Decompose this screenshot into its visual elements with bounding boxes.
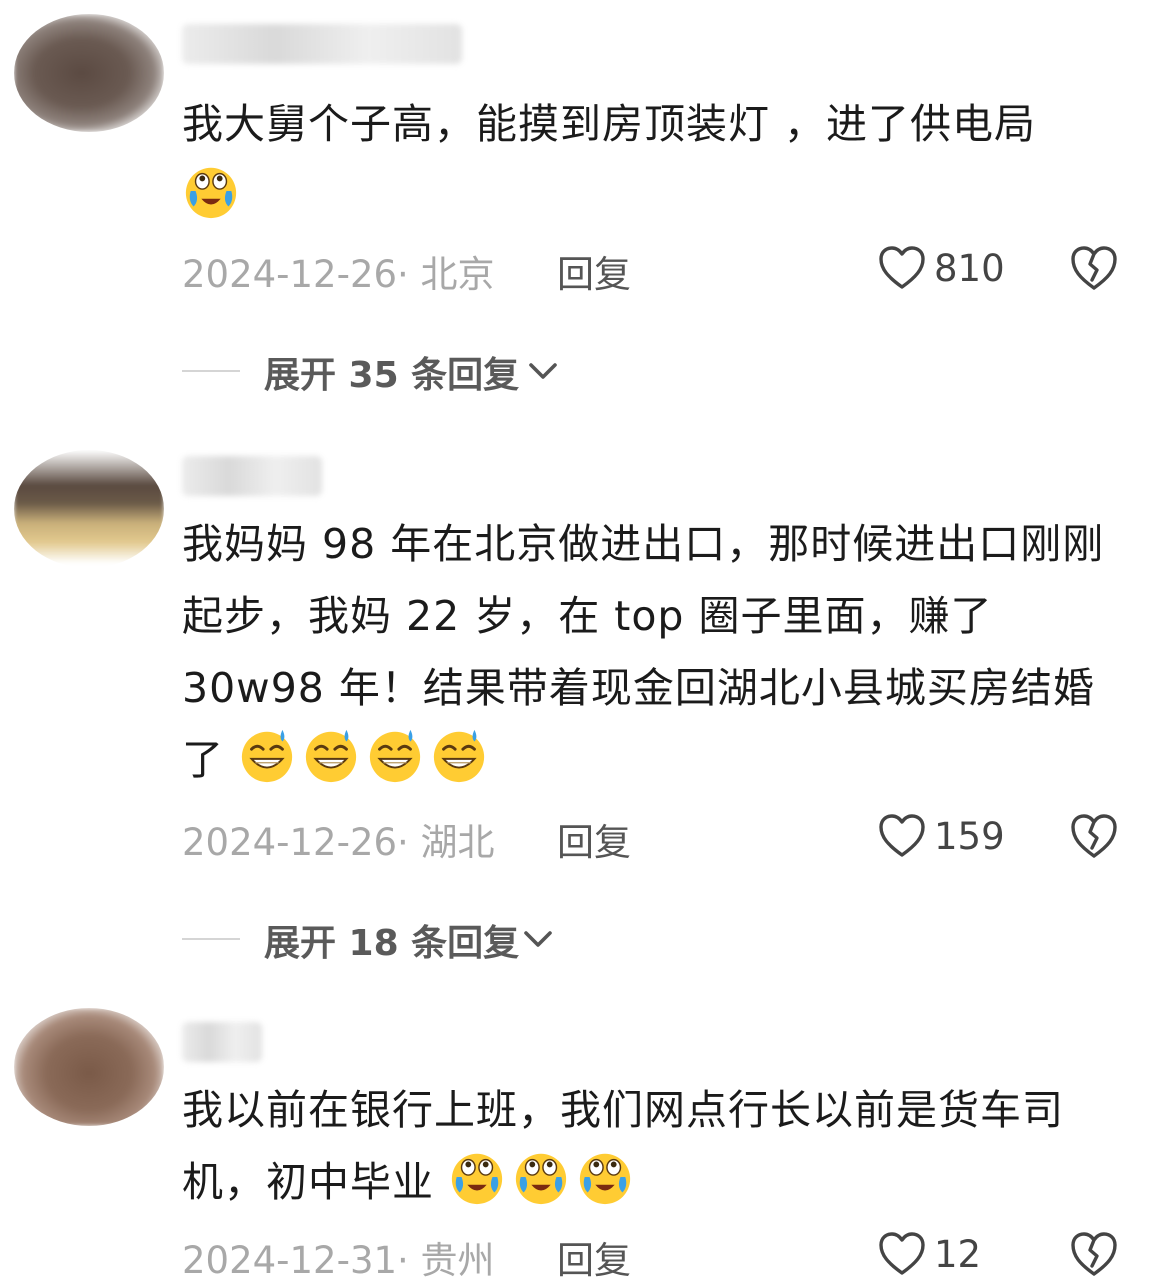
sweat-grin-emoji xyxy=(302,726,360,784)
expand-replies-label: 展开 35 条回复 xyxy=(264,355,520,396)
cry-laugh-emoji xyxy=(448,1148,506,1206)
reply-button[interactable]: 回复 xyxy=(557,812,631,866)
username-blurred[interactable] xyxy=(182,456,322,496)
broken-heart-icon[interactable] xyxy=(1070,812,1118,860)
divider-line xyxy=(182,938,240,940)
reply-button[interactable]: 回复 xyxy=(557,244,631,298)
comment-meta: 2024-12-26· 北京 回复 810 xyxy=(182,238,1132,298)
date-location: 2024-12-26· 湖北 xyxy=(182,821,495,864)
sweat-grin-emoji xyxy=(238,726,296,784)
comment-item: 我大舅个子高，能摸到房顶装灯 ，进了供电局 2024-12-26· 北京 回复 … xyxy=(0,0,1170,420)
comment-text: 我妈妈 98 年在北京做进出口，那时候进出口刚刚起步，我妈 22 岁，在 top… xyxy=(182,520,1105,784)
expand-replies-label: 展开 18 条回复 xyxy=(264,923,520,964)
chevron-down-icon xyxy=(522,928,554,952)
like-count: 810 xyxy=(934,246,1005,290)
cry-laugh-emoji xyxy=(576,1148,634,1206)
comment-meta: 2024-12-31· 贵州 回复 12 xyxy=(182,1224,1132,1284)
comment-item: 我以前在银行上班，我们网点行长以前是货车司机，初中毕业 2024-12-31· … xyxy=(0,1000,1170,1282)
chevron-down-icon xyxy=(527,360,559,384)
avatar[interactable] xyxy=(14,14,164,132)
comment-meta: 2024-12-26· 湖北 回复 159 xyxy=(182,806,1132,866)
divider-line xyxy=(182,370,240,372)
date-location: 2024-12-26· 北京 xyxy=(182,253,495,296)
like-count: 12 xyxy=(934,1232,982,1276)
heart-icon xyxy=(878,245,926,291)
heart-icon xyxy=(878,1231,926,1277)
like-button[interactable]: 810 xyxy=(878,238,1005,298)
date-location: 2024-12-31· 贵州 xyxy=(182,1239,495,1282)
reply-button[interactable]: 回复 xyxy=(557,1230,631,1284)
cry-laugh-emoji xyxy=(182,162,240,220)
comment-text: 我以前在银行上班，我们网点行长以前是货车司机，初中毕业 xyxy=(182,1086,1064,1206)
expand-replies-button[interactable]: 展开 18 条回复 xyxy=(182,908,602,968)
comment-text: 我大舅个子高，能摸到房顶装灯 ，进了供电局 xyxy=(182,88,1127,232)
heart-icon xyxy=(878,813,926,859)
username-blurred[interactable] xyxy=(182,24,462,64)
avatar[interactable] xyxy=(14,450,164,568)
username-blurred[interactable] xyxy=(182,1022,262,1062)
expand-replies-button[interactable]: 展开 35 条回复 xyxy=(182,340,602,400)
avatar[interactable] xyxy=(14,1008,164,1126)
sweat-grin-emoji xyxy=(430,726,488,784)
broken-heart-icon[interactable] xyxy=(1070,1230,1118,1278)
like-button[interactable]: 159 xyxy=(878,806,1005,866)
sweat-grin-emoji xyxy=(366,726,424,784)
comment-item: 我妈妈 98 年在北京做进出口，那时候进出口刚刚起步，我妈 22 岁，在 top… xyxy=(0,430,1170,990)
like-button[interactable]: 12 xyxy=(878,1224,981,1284)
like-count: 159 xyxy=(934,814,1005,858)
broken-heart-icon[interactable] xyxy=(1070,244,1118,292)
cry-laugh-emoji xyxy=(512,1148,570,1206)
